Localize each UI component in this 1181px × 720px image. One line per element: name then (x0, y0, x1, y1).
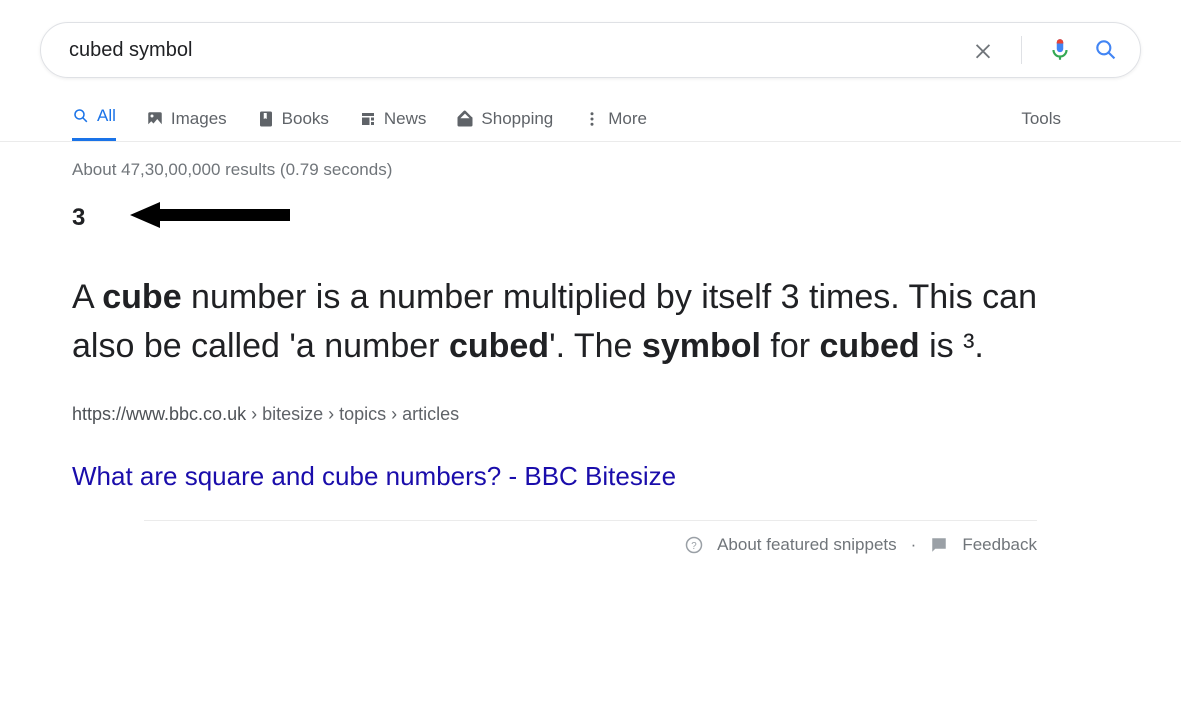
snippet-bold: cubed (449, 327, 549, 365)
result-url[interactable]: https://www.bbc.co.uk › bitesize › topic… (72, 404, 1109, 425)
snippet-bold: cubed (820, 327, 920, 365)
tab-books-label: Books (282, 109, 329, 129)
news-icon (359, 110, 377, 128)
snippet-frag: is ³. (920, 327, 984, 365)
tab-shopping[interactable]: Shopping (456, 109, 553, 141)
shopping-icon (456, 110, 474, 128)
search-input[interactable] (69, 39, 969, 62)
tab-all[interactable]: All (72, 106, 116, 141)
search-small-icon (72, 107, 90, 125)
arrow-left-icon (130, 202, 290, 233)
tab-shopping-label: Shopping (481, 109, 553, 129)
tab-images-label: Images (171, 109, 227, 129)
search-icon[interactable] (1092, 36, 1120, 64)
tab-news-label: News (384, 109, 427, 129)
about-snippets-link[interactable]: About featured snippets (717, 535, 897, 555)
snippet-frag: '. The (549, 327, 642, 365)
result-stats: About 47,30,00,000 results (0.79 seconds… (72, 160, 1181, 180)
featured-snippet: 3 A cube number is a number multiplied b… (72, 202, 1109, 555)
tab-news[interactable]: News (359, 109, 427, 141)
search-bar-container (40, 22, 1141, 78)
snippet-frag: A (72, 278, 102, 316)
help-icon: ? (685, 536, 703, 554)
svg-text:?: ? (691, 540, 697, 551)
tabs-row: All Images Books News Shopping More Tool… (72, 106, 1181, 141)
search-bar (40, 22, 1141, 78)
separator-dot: · (911, 535, 917, 555)
snippet-bold: cube (102, 278, 181, 316)
answer-value: 3 (72, 204, 85, 232)
answer-heading-row: 3 (72, 202, 1109, 233)
tab-more[interactable]: More (583, 109, 647, 141)
mic-icon[interactable] (1046, 36, 1074, 64)
tab-images[interactable]: Images (146, 109, 227, 141)
result-title-link[interactable]: What are square and cube numbers? - BBC … (72, 461, 676, 492)
tools-button[interactable]: Tools (1021, 109, 1061, 141)
books-icon (257, 110, 275, 128)
snippet-text: A cube number is a number multiplied by … (72, 273, 1082, 372)
search-actions (969, 36, 1120, 64)
tab-more-label: More (608, 109, 647, 129)
more-icon (583, 110, 601, 128)
snippet-frag: for (761, 327, 820, 365)
feedback-link[interactable]: Feedback (962, 535, 1037, 555)
clear-icon[interactable] (969, 36, 997, 64)
snippet-bold: symbol (642, 327, 761, 365)
url-crumbs: › bitesize › topics › articles (246, 404, 459, 424)
tabs-divider (0, 141, 1181, 142)
url-host: https://www.bbc.co.uk (72, 404, 246, 424)
feedback-icon (930, 536, 948, 554)
tab-all-label: All (97, 106, 116, 126)
tab-books[interactable]: Books (257, 109, 329, 141)
images-icon (146, 110, 164, 128)
divider (1021, 36, 1022, 64)
snippet-footer: ? About featured snippets · Feedback (144, 520, 1037, 555)
